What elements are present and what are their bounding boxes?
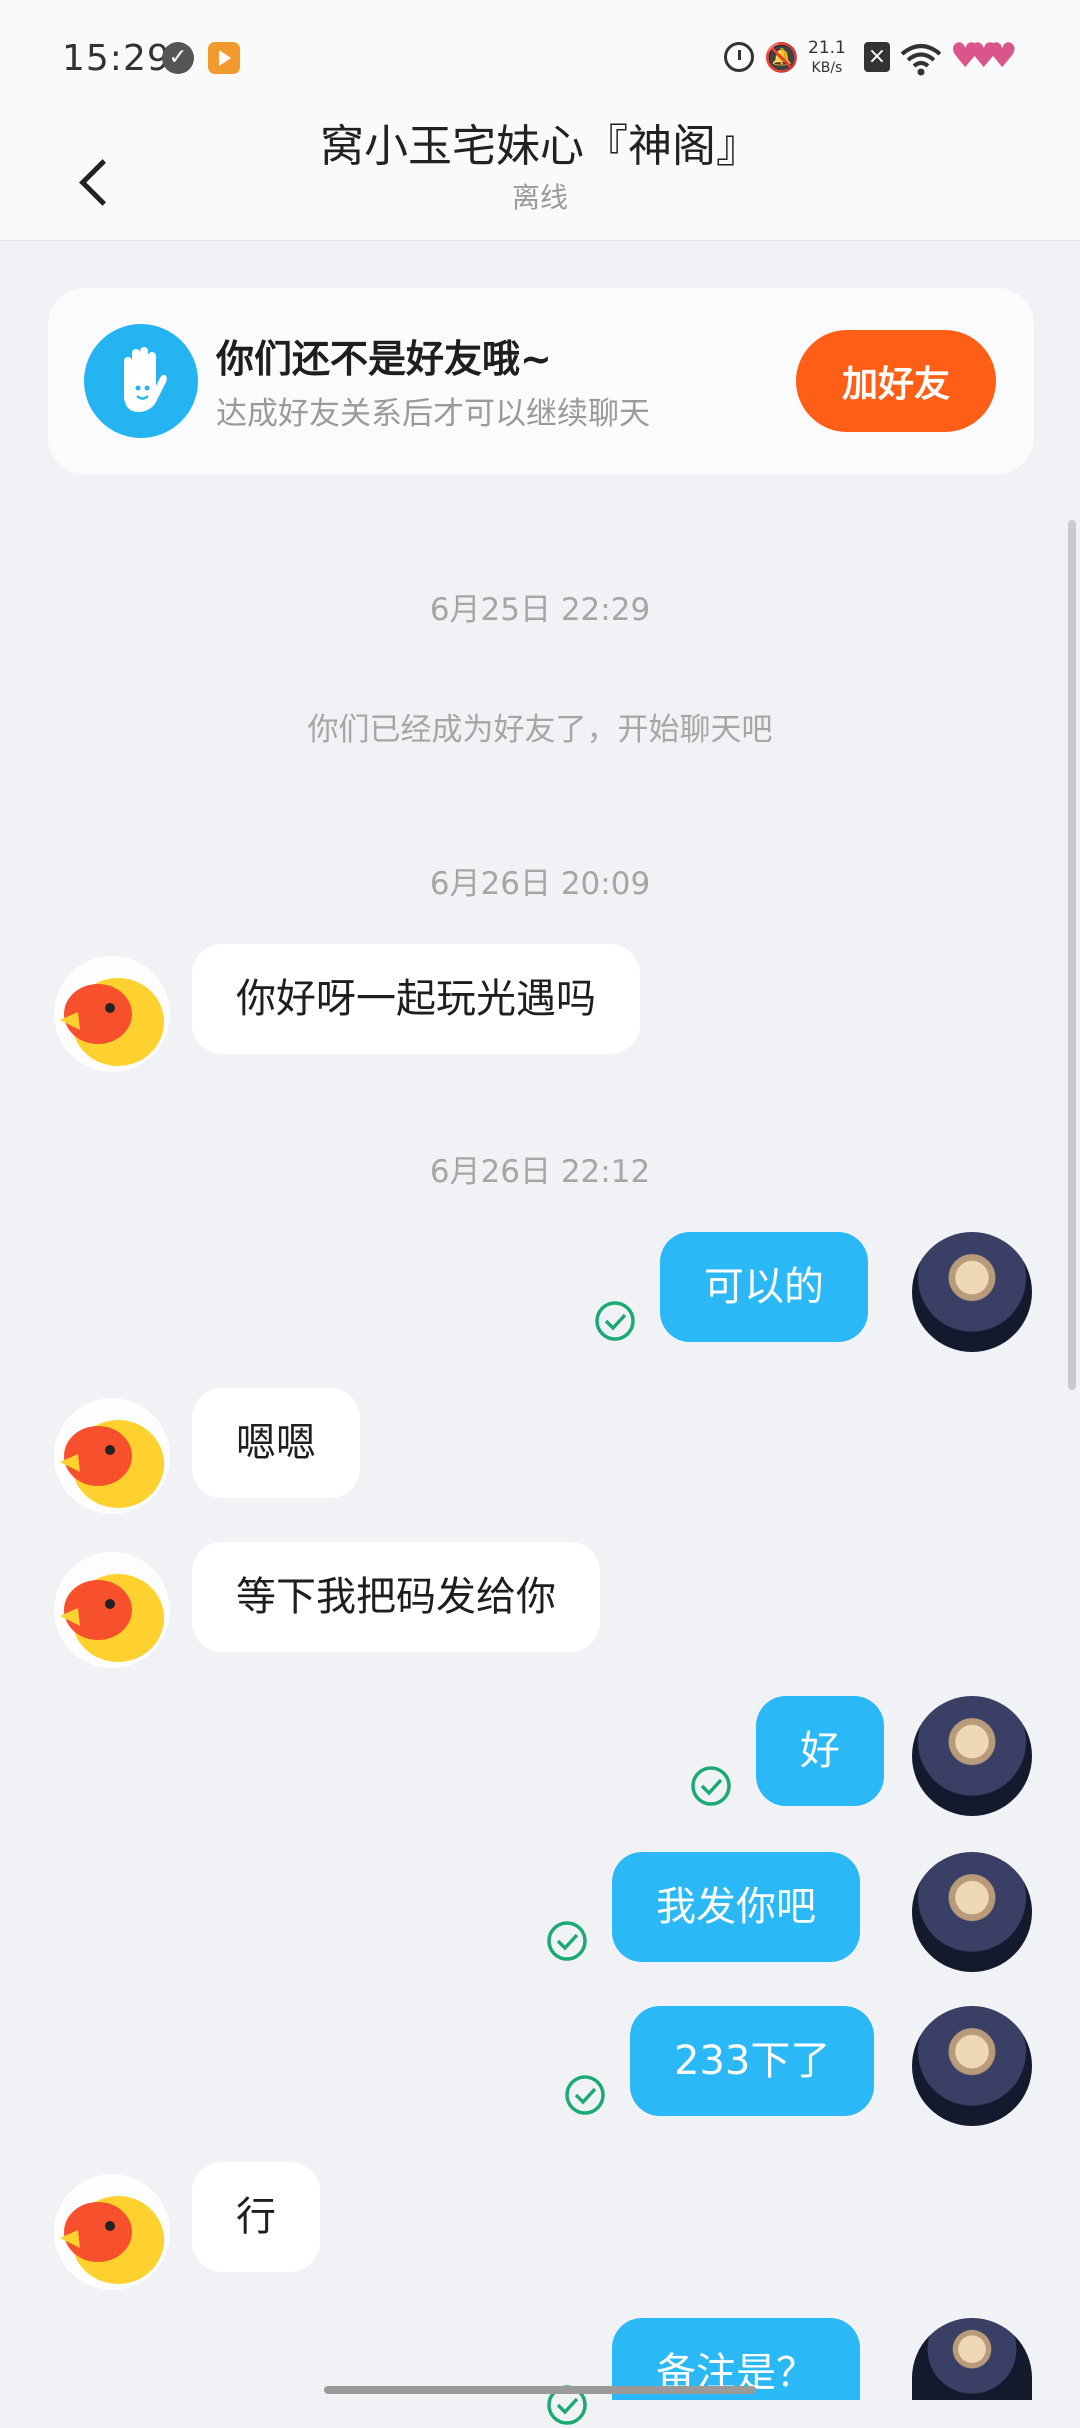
my-avatar[interactable]: [912, 1696, 1032, 1816]
timestamp: 6月26日 22:12: [429, 1154, 651, 1190]
timestamp: 6月25日 22:29: [429, 592, 651, 628]
alarm-icon: [724, 42, 754, 72]
duck-avatar-icon: [60, 1574, 164, 1662]
duck-avatar-icon: [60, 978, 164, 1066]
duck-avatar-icon: [60, 2196, 164, 2284]
no-sim-icon: ×: [864, 42, 890, 72]
video-app-icon: [208, 42, 240, 74]
incoming-message-bubble[interactable]: 等下我把码发给你: [192, 1542, 600, 1652]
my-avatar[interactable]: [912, 2318, 1032, 2400]
status-bar: 15:29 ✓ 🔕 21.1 KB/s × ♥♥♥: [0, 0, 1080, 120]
system-message: 你们已经成为好友了，开始聊天吧: [307, 712, 773, 748]
mute-bell-icon: 🔕: [764, 41, 799, 74]
banner-title: 你们还不是好友哦~: [216, 337, 552, 381]
read-check-icon: [595, 1301, 635, 1341]
banner-subtitle: 达成好友关系后才可以继续聊天: [216, 396, 650, 432]
incoming-message-bubble[interactable]: 行: [192, 2162, 320, 2272]
incoming-message-bubble[interactable]: 嗯嗯: [192, 1388, 360, 1498]
add-friend-button[interactable]: 加好友: [796, 330, 996, 432]
contact-avatar[interactable]: [54, 1552, 170, 1668]
hand-wave-icon: [84, 324, 198, 438]
outgoing-message-bubble[interactable]: 可以的: [660, 1232, 868, 1342]
chat-header: 窝小玉宅妹心『神阁』 离线: [0, 120, 1080, 241]
contact-avatar[interactable]: [54, 2174, 170, 2290]
net-speed: 21.1 KB/s: [808, 38, 846, 78]
incoming-message-bubble[interactable]: 你好呀一起玩光遇吗: [192, 944, 640, 1054]
wifi-icon: [900, 44, 942, 76]
battery-hearts-icon: ♥♥♥: [950, 36, 1018, 76]
net-speed-value: 21.1: [808, 38, 846, 58]
my-avatar[interactable]: [912, 2006, 1032, 2126]
read-check-icon: [691, 1766, 731, 1806]
chat-title: 窝小玉宅妹心『神阁』: [320, 121, 760, 172]
contact-avatar[interactable]: [54, 1398, 170, 1514]
outgoing-message-bubble[interactable]: 233下了: [630, 2006, 875, 2116]
chat-scrollbar[interactable]: [1068, 520, 1076, 1390]
my-avatar[interactable]: [912, 1232, 1032, 1352]
check-circle-icon: ✓: [162, 42, 194, 74]
my-avatar[interactable]: [912, 1852, 1032, 1972]
add-friend-banner: 你们还不是好友哦~ 达成好友关系后才可以继续聊天 加好友: [48, 288, 1034, 474]
timestamp: 6月26日 20:09: [429, 866, 651, 902]
duck-avatar-icon: [60, 1420, 164, 1508]
online-status: 离线: [511, 181, 568, 214]
contact-avatar[interactable]: [54, 956, 170, 1072]
home-indicator[interactable]: [324, 2386, 756, 2394]
read-check-icon: [565, 2075, 605, 2115]
read-check-icon: [547, 1921, 587, 1961]
net-speed-unit: KB/s: [811, 60, 843, 76]
status-time: 15:29: [62, 38, 171, 79]
outgoing-message-bubble[interactable]: 我发你吧: [612, 1852, 860, 1962]
outgoing-message-bubble[interactable]: 好: [756, 1696, 884, 1806]
